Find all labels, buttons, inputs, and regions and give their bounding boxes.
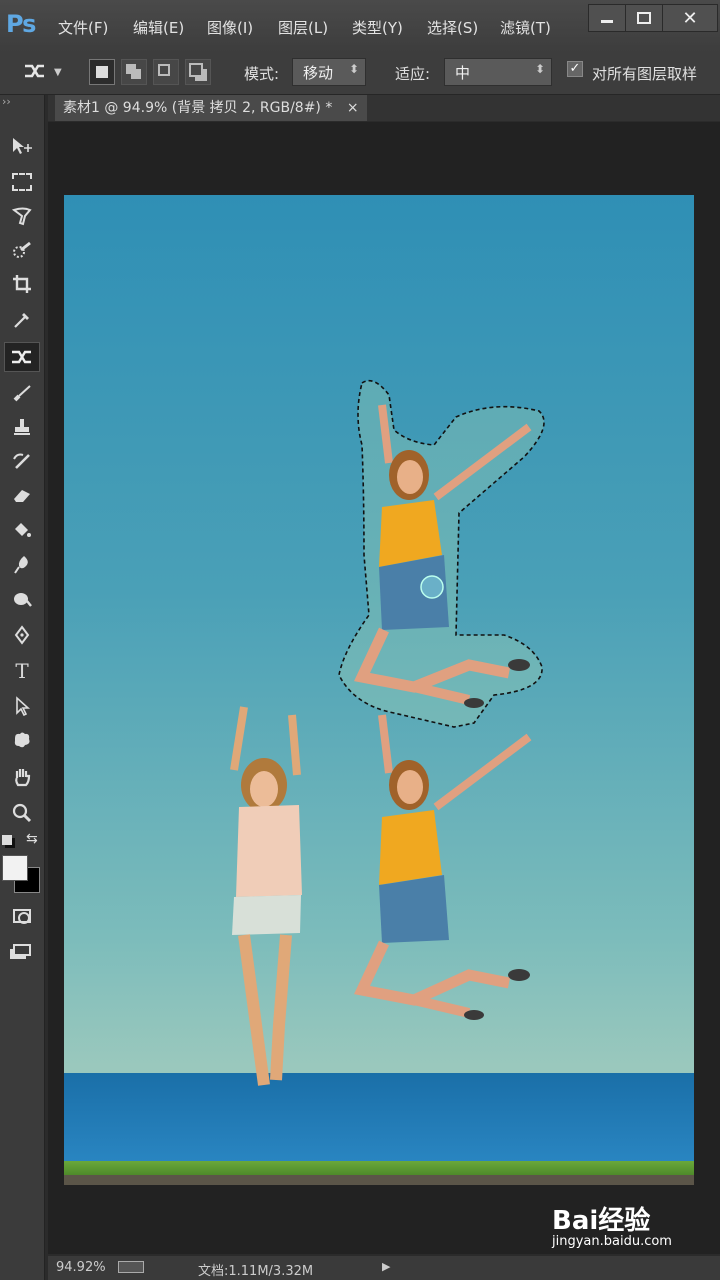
restore-icon: [637, 12, 651, 24]
type-glyph: T: [15, 659, 29, 683]
stamp-tool-icon[interactable]: [4, 412, 40, 442]
paint-bucket-tool-icon[interactable]: [4, 514, 40, 544]
path-select-tool-icon[interactable]: [4, 691, 40, 721]
default-colors-icon[interactable]: [2, 835, 12, 845]
restore-button[interactable]: [625, 4, 663, 32]
close-icon: ✕: [682, 7, 698, 29]
baidu-jingyan-watermark: Bai经验 jingyan.baidu.com: [552, 1200, 672, 1249]
add-selection-icon: [126, 64, 136, 74]
close-tab-icon[interactable]: ×: [347, 100, 359, 116]
sample-all-layers-checkbox[interactable]: ✓: [567, 61, 583, 77]
baidu-logo: Bai经验: [552, 1206, 651, 1236]
zoom-level[interactable]: 94.92%: [56, 1260, 106, 1275]
mode-select[interactable]: 移动 ⬍: [292, 58, 366, 86]
intersect-selection-icon: [189, 63, 203, 77]
eyedropper-tool-icon[interactable]: [4, 304, 40, 334]
tool-preset-picker[interactable]: ▼: [22, 60, 72, 84]
move-tool-icon[interactable]: [4, 131, 40, 161]
hand-tool-icon[interactable]: [4, 762, 40, 792]
jumper-original: [354, 714, 532, 1020]
photo-content: [230, 379, 545, 1086]
content-aware-move-tool-icon[interactable]: [4, 342, 40, 372]
subtract-selection-button[interactable]: [153, 59, 179, 85]
menu-filter[interactable]: 滤镜(T): [500, 17, 551, 38]
swap-colors-icon[interactable]: ⇆: [26, 831, 38, 847]
new-selection-button[interactable]: [89, 59, 115, 85]
dodge-tool-icon[interactable]: [4, 584, 40, 614]
history-brush-tool-icon[interactable]: [4, 446, 40, 476]
menu-edit[interactable]: 编辑(E): [133, 17, 184, 38]
quick-mask-icon[interactable]: [4, 901, 40, 931]
menu-bar: Ps 文件(F) 编辑(E) 图像(I) 图层(L) 类型(Y) 选择(S) 滤…: [0, 0, 720, 53]
status-menu-icon[interactable]: ▶: [382, 1260, 390, 1273]
baidu-url: jingyan.baidu.com: [552, 1234, 672, 1249]
eraser-tool-icon[interactable]: [4, 480, 40, 510]
status-bar: 94.92% 文档:1.11M/3.32M ▶: [48, 1256, 720, 1280]
menu-type[interactable]: 类型(Y): [352, 17, 403, 38]
subtract-selection-icon: [158, 64, 170, 76]
adapt-value: 中: [455, 64, 471, 82]
content-aware-move-icon: [25, 64, 44, 78]
menu-select[interactable]: 选择(S): [427, 17, 478, 38]
shape-tool-icon[interactable]: [4, 725, 40, 755]
brush-tool-icon[interactable]: [4, 378, 40, 408]
marquee-tool-icon[interactable]: [4, 167, 40, 197]
document-canvas[interactable]: [64, 195, 694, 1185]
minimize-icon: [601, 19, 613, 23]
jumper-left: [230, 706, 302, 1086]
type-tool-icon[interactable]: T: [4, 656, 40, 686]
mode-label: 模式:: [244, 65, 280, 83]
screen-mode-icon[interactable]: [4, 935, 40, 965]
close-window-button[interactable]: ✕: [662, 4, 718, 32]
doc-info: 文档:1.11M/3.32M: [198, 1264, 314, 1279]
quick-select-tool-icon[interactable]: [4, 235, 40, 265]
status-preview-icon: [118, 1261, 144, 1273]
collapse-panel-icon[interactable]: ››: [2, 95, 11, 108]
minimize-button[interactable]: [588, 4, 626, 32]
chevron-down-icon: ▼: [54, 66, 62, 78]
foreground-color-swatch[interactable]: [2, 855, 28, 881]
menu-image[interactable]: 图像(I): [207, 17, 253, 38]
select-arrow-icon: ⬍: [348, 62, 359, 76]
options-bar: ▼ 模式: 移动 ⬍ 适应: 中 ⬍ 对所有图层取样: [0, 52, 720, 95]
intersect-selection-button[interactable]: [185, 59, 211, 85]
menu-layer[interactable]: 图层(L): [278, 17, 328, 38]
pen-tool-icon[interactable]: [4, 620, 40, 650]
tools-panel: ›› T ⇆: [0, 95, 45, 1280]
crop-tool-icon[interactable]: [4, 269, 40, 299]
zoom-tool-icon[interactable]: [4, 798, 40, 828]
menu-file[interactable]: 文件(F): [58, 17, 108, 38]
document-tab[interactable]: 素材1 @ 94.9% (背景 拷贝 2, RGB/8#) * ×: [55, 95, 367, 121]
blur-tool-icon[interactable]: [4, 549, 40, 579]
add-to-selection-button[interactable]: [121, 59, 147, 85]
new-selection-icon: [96, 66, 108, 78]
photoshop-logo: Ps: [6, 10, 36, 38]
adapt-select[interactable]: 中 ⬍: [444, 58, 552, 86]
adapt-label: 适应:: [395, 65, 431, 83]
mode-value: 移动: [303, 64, 334, 82]
document-tab-title: 素材1 @ 94.9% (背景 拷贝 2, RGB/8#) *: [63, 100, 333, 116]
sample-all-layers-label: 对所有图层取样: [592, 65, 698, 83]
lasso-tool-icon[interactable]: [4, 201, 40, 231]
select-arrow-icon: ⬍: [534, 62, 545, 76]
